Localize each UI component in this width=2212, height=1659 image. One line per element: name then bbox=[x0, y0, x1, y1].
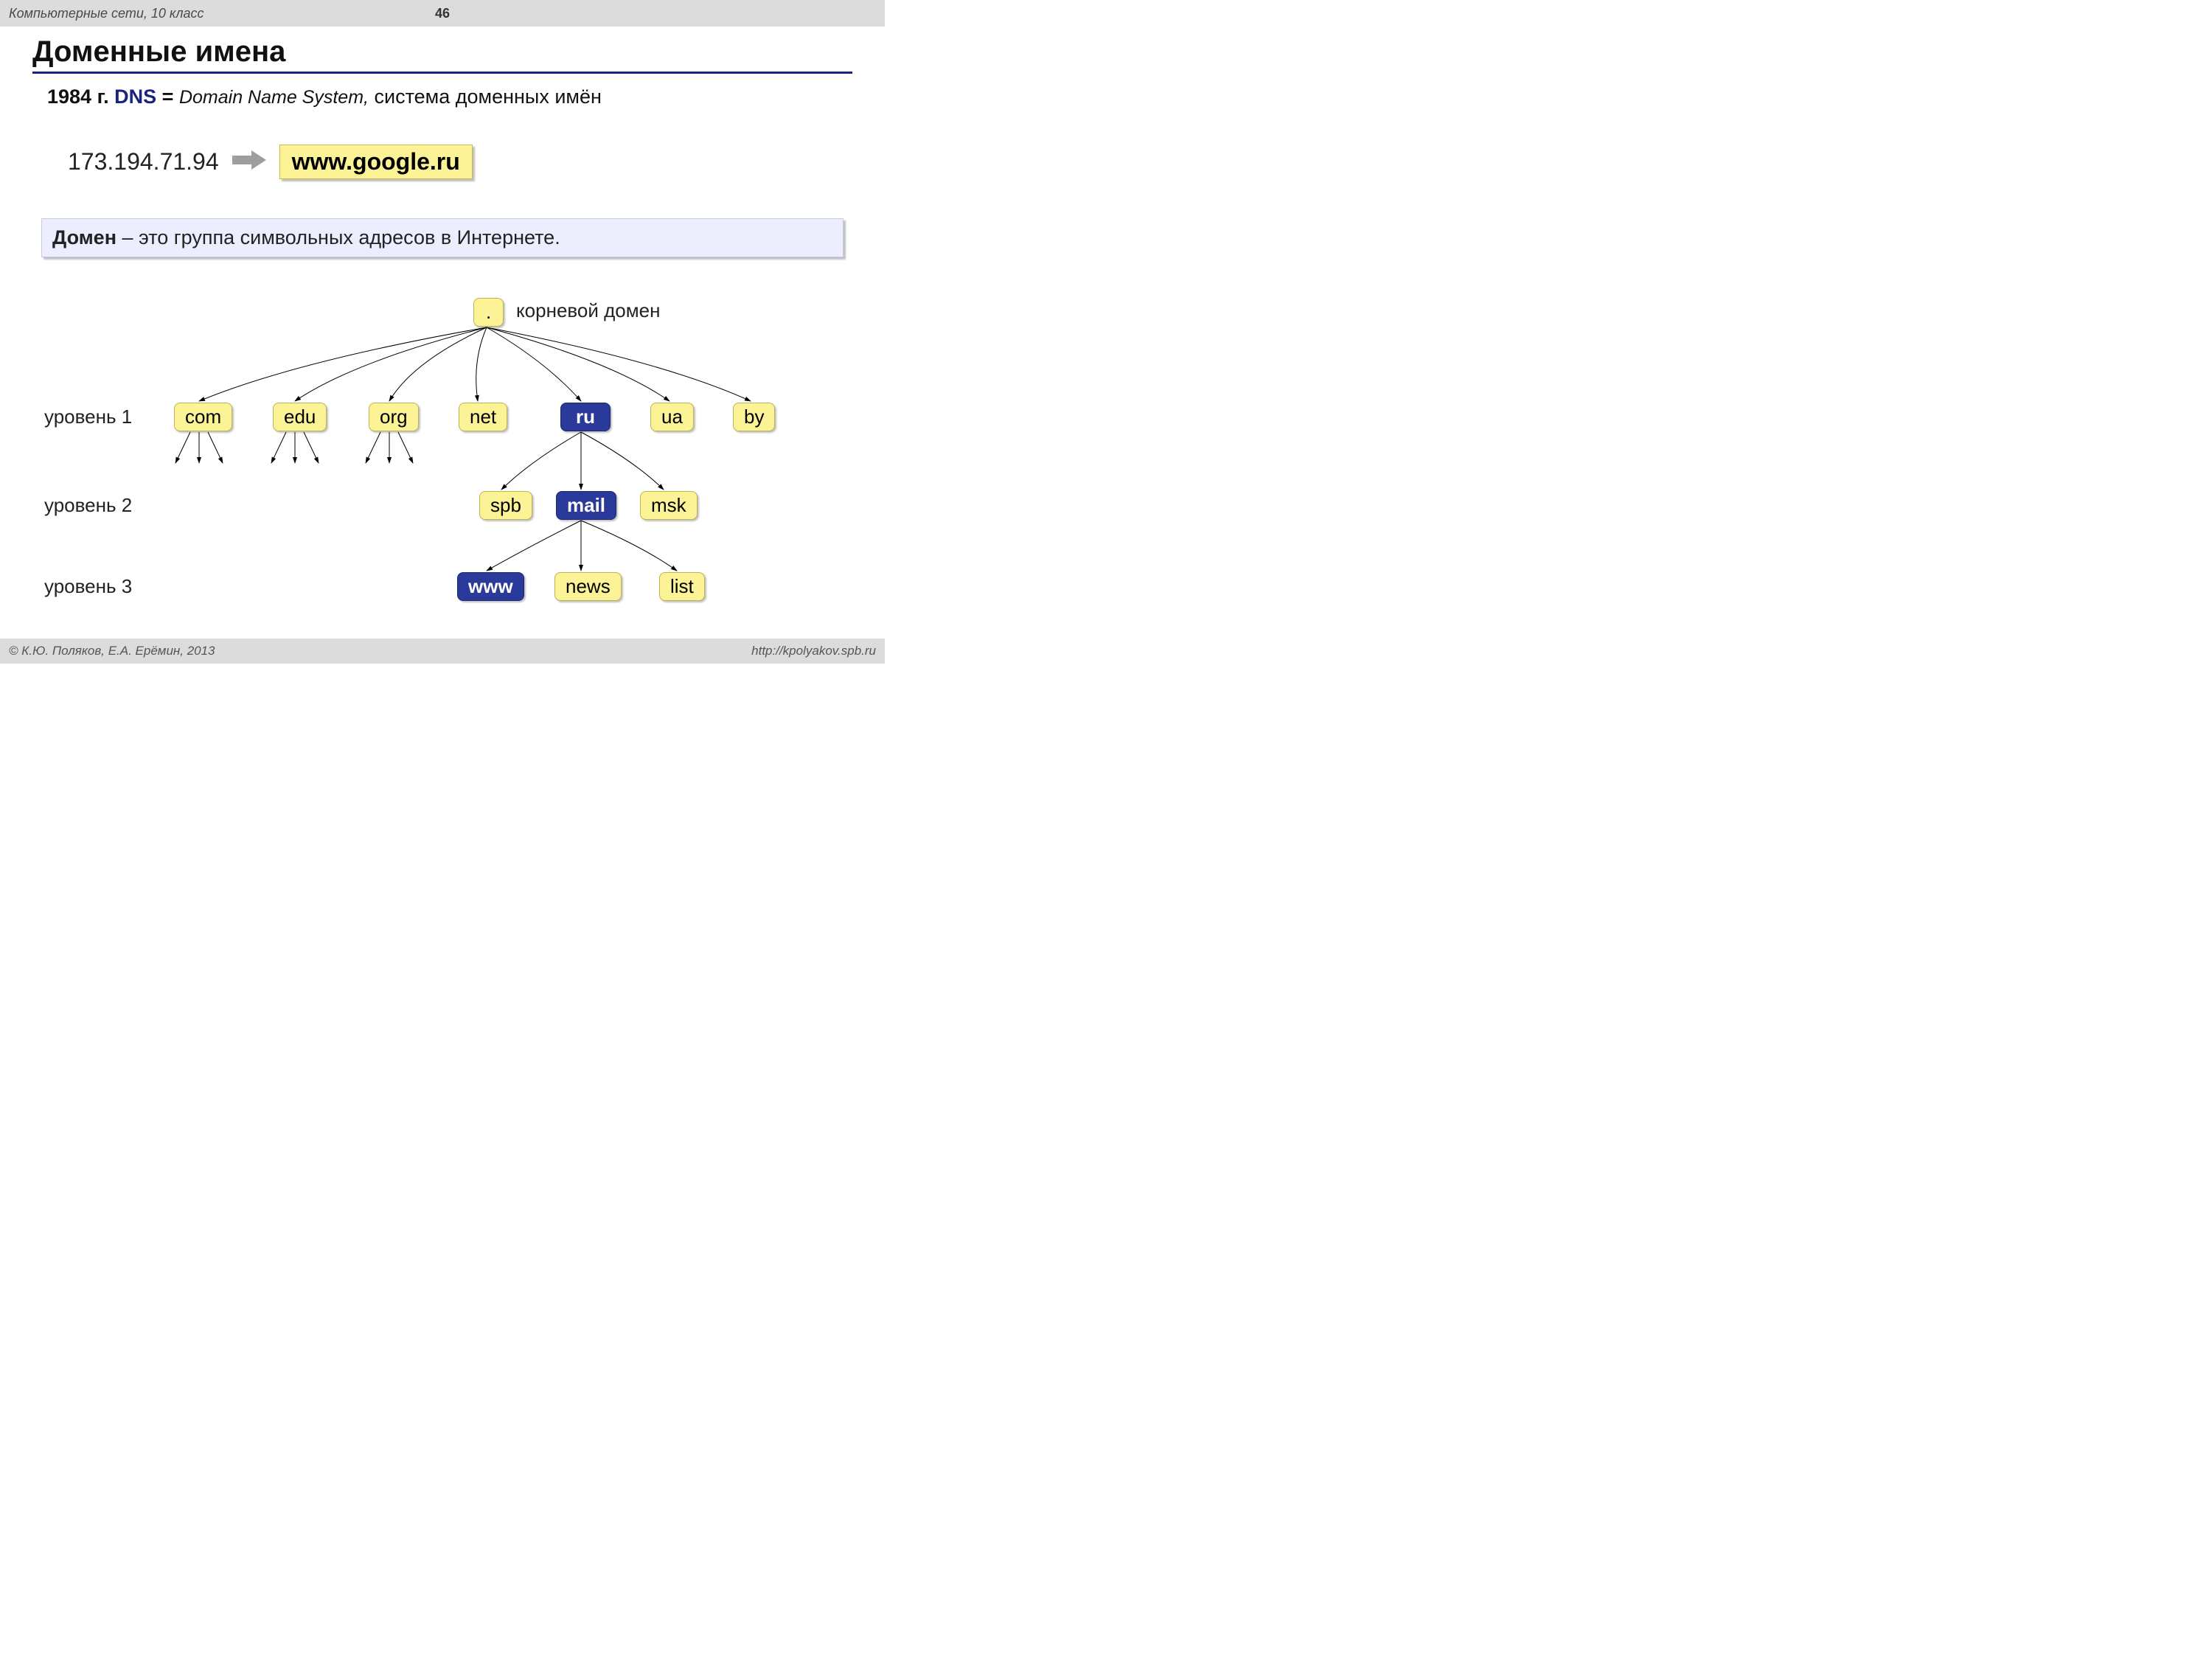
level-2-label: уровень 2 bbox=[44, 494, 132, 517]
tree-node-com: com bbox=[174, 403, 232, 431]
definition-body: – это группа символьных адресов в Интерн… bbox=[122, 226, 560, 248]
domain-highlight-box: www.google.ru bbox=[279, 145, 473, 179]
dns-expansion: Domain Name System, bbox=[179, 87, 369, 108]
page-title: Доменные имена bbox=[32, 35, 852, 74]
level-3-label: уровень 3 bbox=[44, 575, 132, 598]
tree-node-spb: spb bbox=[479, 491, 532, 520]
tree-node-msk: msk bbox=[640, 491, 698, 520]
footer-copyright: © К.Ю. Поляков, Е.А. Ерёмин, 2013 bbox=[9, 644, 215, 658]
arrow-right-icon bbox=[231, 149, 268, 175]
year-text: 1984 г. bbox=[47, 86, 109, 108]
tree-node-ua: ua bbox=[650, 403, 694, 431]
equals-text: = bbox=[162, 86, 179, 108]
tree-node-ru: ru bbox=[560, 403, 611, 431]
course-label: Компьютерные сети, 10 класс bbox=[9, 6, 204, 21]
domain-tree: . корневой домен уровень 1 уровень 2 уро… bbox=[0, 280, 885, 634]
ip-address: 173.194.71.94 bbox=[68, 148, 219, 175]
tree-connectors bbox=[0, 280, 885, 634]
footer-bar: © К.Ю. Поляков, Е.А. Ерёмин, 2013 http:/… bbox=[0, 639, 885, 664]
tree-node-org: org bbox=[369, 403, 419, 431]
footer-url: http://kpolyakov.spb.ru bbox=[751, 644, 876, 658]
dns-abbr: DNS bbox=[114, 86, 156, 108]
header-bar: Компьютерные сети, 10 класс 46 bbox=[0, 0, 885, 27]
intro-tail: система доменных имён bbox=[375, 86, 602, 108]
intro-line: 1984 г. DNS = Domain Name System, систем… bbox=[47, 86, 855, 108]
tree-node-news: news bbox=[554, 572, 622, 601]
tree-node-root: . bbox=[473, 298, 504, 327]
tree-node-list: list bbox=[659, 572, 705, 601]
tree-node-www: www bbox=[457, 572, 524, 601]
root-domain-label: корневой домен bbox=[516, 299, 660, 322]
tree-node-mail: mail bbox=[556, 491, 616, 520]
definition-term: Домен bbox=[52, 226, 116, 248]
tree-node-edu: edu bbox=[273, 403, 327, 431]
tree-node-by: by bbox=[733, 403, 775, 431]
ip-row: 173.194.71.94 www.google.ru bbox=[68, 145, 473, 179]
definition-box: Домен – это группа символьных адресов в … bbox=[41, 218, 844, 257]
level-1-label: уровень 1 bbox=[44, 406, 132, 428]
tree-node-net: net bbox=[459, 403, 507, 431]
